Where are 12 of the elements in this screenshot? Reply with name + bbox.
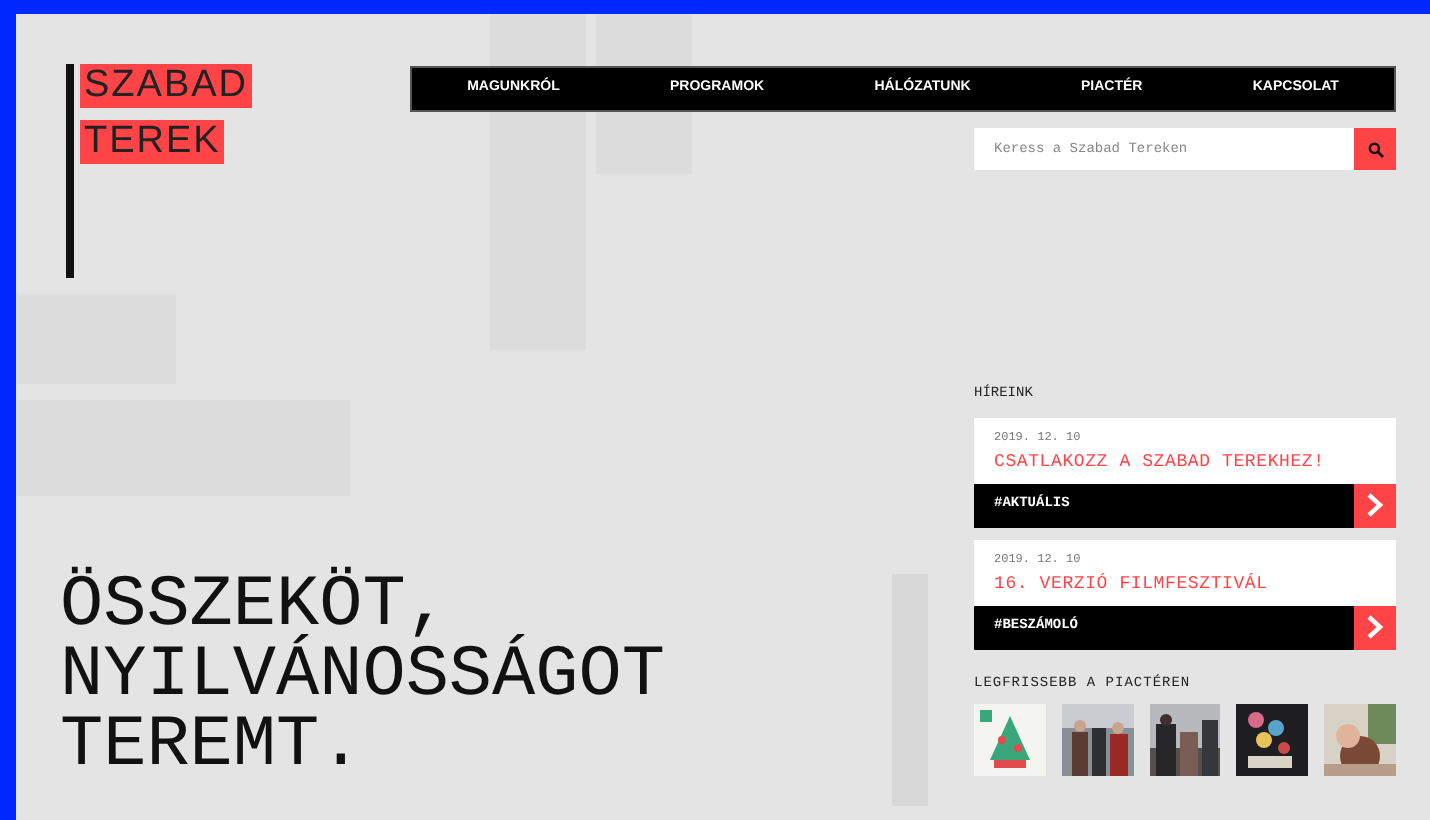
news-title: CSATLAKOZZ A SZABAD TEREKHEZ!: [994, 449, 1327, 475]
next-button[interactable]: [1354, 483, 1396, 527]
chevron-right-icon: [1366, 492, 1384, 518]
logo-text: SZABAD: [80, 64, 253, 108]
search-button[interactable]: [1354, 128, 1396, 170]
logo-text: TEREK: [80, 120, 225, 164]
chevron-right-icon: [1366, 614, 1384, 640]
news-title: 16. VERZIÓ FILMFESZTIVÁL: [994, 571, 1270, 597]
next-button[interactable]: [1354, 605, 1396, 649]
headline-text: ÖSSZEKÖT,: [60, 570, 449, 640]
search-icon: [1367, 141, 1383, 157]
headline-text: TEREMT.: [60, 710, 365, 780]
